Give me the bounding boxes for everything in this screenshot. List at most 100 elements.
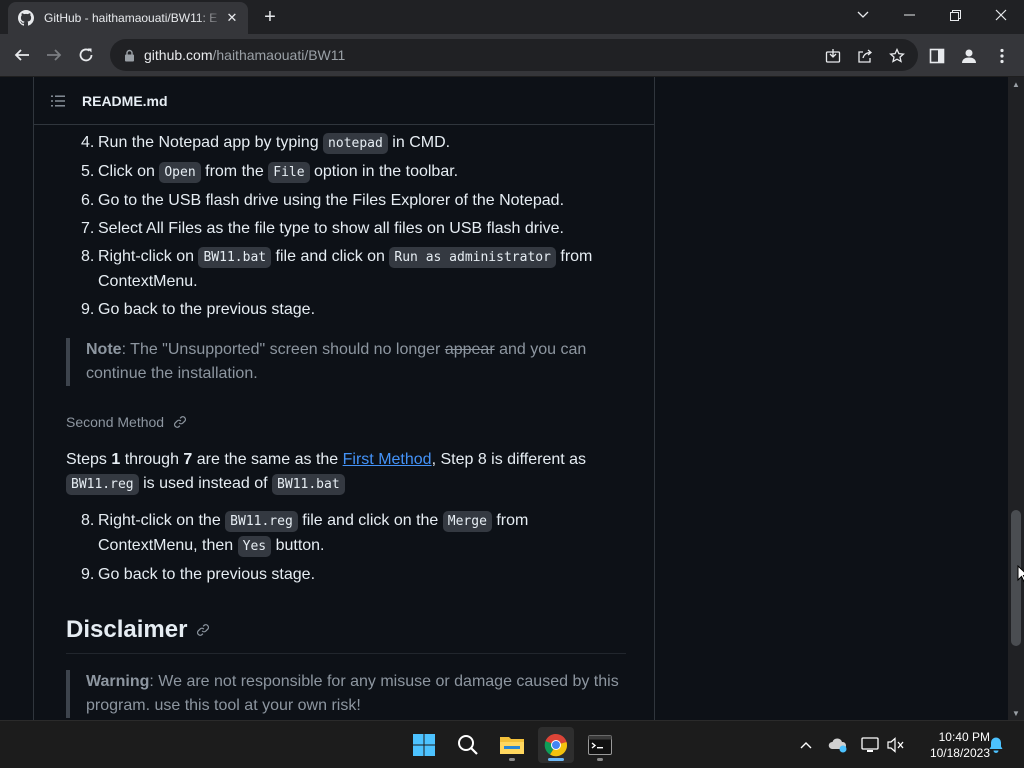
second-method-heading: Second Method [66,410,626,434]
step-number: 5. [81,163,95,180]
list-item: 8. Right-click on BW11.bat file and click… [81,245,626,294]
chrome-icon[interactable] [538,727,574,763]
inline-code: BW11.bat [198,247,272,268]
share-icon[interactable] [856,47,874,65]
mouse-cursor-icon [1017,565,1024,583]
page-viewport: README.md 4. Run the Notepad app by typin… [0,77,1008,720]
running-indicator [509,758,515,761]
list-item: 9. Go back to the previous stage. [81,298,626,322]
windows-start-icon[interactable] [406,727,442,763]
inline-code: BW11.reg [225,511,298,532]
note-label: Note [86,341,122,358]
second-method-intro: Steps 1 through 7 are the same as the Fi… [66,448,626,497]
chevron-down-icon[interactable] [840,0,886,30]
network-icon[interactable] [860,735,880,755]
star-icon[interactable] [888,47,906,65]
inline-code: notepad [323,133,388,154]
step-number: 9. [81,301,95,318]
browser-tab[interactable]: GitHub - haithamaouati/BW11: E ✕ [8,2,248,34]
volume-icon[interactable] [886,735,906,755]
bell-icon[interactable] [986,735,1006,755]
install-icon[interactable] [824,47,842,65]
link-icon[interactable] [195,622,211,638]
steps-list: 4. Run the Notepad app by typing notepad … [81,131,626,322]
plus-icon[interactable]: + [260,6,280,28]
readme-filename[interactable]: README.md [82,93,168,109]
list-item: 8. Right-click on the BW11.reg file and c… [81,509,626,559]
inline-code: Yes [237,536,272,557]
text-run: option in the toolbar. [309,163,459,180]
forward-icon[interactable] [40,41,68,69]
text-run: file and click on the [297,512,443,529]
list-item: 7. Select All Files as the file type to s… [81,217,626,241]
inline-code: BW11.bat [272,474,345,495]
list-icon[interactable] [50,93,66,109]
struck-word: appear [444,341,495,358]
link-icon[interactable] [172,414,188,430]
page-scrollbar[interactable]: ▲ ▼ [1008,77,1024,720]
list-item: 6. Go to the USB flash drive using the Fi… [81,189,626,213]
text-run: through [120,451,184,468]
bold-text: 7 [183,451,193,468]
scroll-down-arrow[interactable]: ▼ [1011,708,1021,718]
address-bar[interactable]: github.com/haithamaouati/BW11 [110,39,918,71]
url-text: github.com/haithamaouati/BW11 [144,47,346,63]
inline-code: Open [159,162,201,183]
tab-title: GitHub - haithamaouati/BW11: E [44,11,218,25]
onedrive-icon[interactable] [828,735,848,755]
list-item: 4. Run the Notepad app by typing notepad … [81,131,626,156]
github-icon [18,10,34,26]
text-run: Steps [66,451,112,468]
text-run: is used instead of [138,475,273,492]
window-close-icon[interactable] [978,0,1024,30]
note-blockquote: Note: The "Unsupported" screen should no… [66,338,626,386]
file-explorer-icon[interactable] [494,727,530,763]
step-number: 7. [81,220,95,237]
bold-text: 1 [111,451,121,468]
text-run: in CMD. [387,134,451,151]
reload-icon[interactable] [72,41,100,69]
back-icon[interactable] [8,41,36,69]
lock-icon[interactable] [122,48,136,62]
close-icon[interactable]: ✕ [224,10,240,26]
warning-label: Warning [86,673,150,690]
list-item: 5. Click on Open from the File option in … [81,160,626,185]
taskbar-clock[interactable]: 10:40 PM 10/18/2023 [910,729,990,761]
search-icon[interactable] [450,727,486,763]
first-method-link[interactable]: First Method [343,451,432,468]
step-number: 4. [81,134,95,151]
inline-code: BW11.reg [66,474,139,495]
text-run: Select All Files as the file type to sho… [98,220,564,237]
text-run: Right-click on [98,248,199,265]
list-item: 9. Go back to the previous stage. [81,563,626,587]
browser-toolbar: github.com/haithamaouati/BW11 [0,34,1024,77]
windows-taskbar: 10:40 PM 10/18/2023 [0,720,1024,768]
readme-panel: README.md 4. Run the Notepad app by typin… [33,77,655,720]
profile-icon[interactable] [959,46,979,66]
more-icon[interactable] [992,46,1012,66]
inline-code: File [268,162,310,183]
scroll-up-arrow[interactable]: ▲ [1011,79,1021,89]
readme-header: README.md [34,77,654,125]
text-run: Go back to the previous stage. [98,566,316,583]
running-indicator [597,758,603,761]
right-pane [656,77,1008,720]
second-method-steps: 8. Right-click on the BW11.reg file and c… [81,509,626,587]
restore-icon[interactable] [932,0,978,30]
side-panel-icon[interactable] [927,46,947,66]
text-run: , Step 8 is different as [431,451,587,468]
tab-strip: GitHub - haithamaouati/BW11: E ✕ + [0,0,1024,34]
text-run: Right-click on the [98,512,226,529]
inline-code: Run as administrator [389,247,556,268]
text-run: are the same as the [192,451,343,468]
disclaimer-heading: Disclaimer [66,615,626,654]
text-run: file and click on [271,248,390,265]
inline-code: Merge [442,511,492,532]
chevron-up-icon[interactable] [796,735,816,755]
step-number: 9. [81,566,95,583]
warning-blockquote: Warning: We are not responsible for any … [66,670,626,718]
minimize-icon[interactable] [886,0,932,30]
text-run: from the [200,163,269,180]
text-run: Go back to the previous stage. [98,301,316,318]
terminal-icon[interactable] [582,727,618,763]
